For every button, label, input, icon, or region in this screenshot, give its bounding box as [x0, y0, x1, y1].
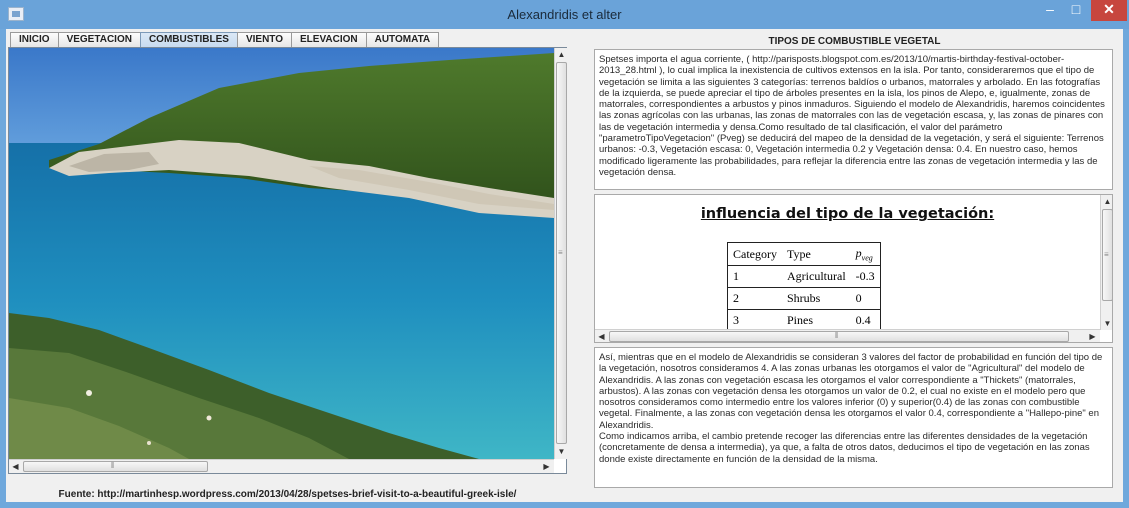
explanation-text-1: Así, mientras que en el modelo de Alexan…	[599, 352, 1103, 431]
scroll-right-button[interactable]: ▶	[540, 460, 553, 473]
island-photo	[9, 48, 554, 459]
row-1-pveg: -0.3	[850, 265, 881, 288]
close-button[interactable]: ✕	[1091, 0, 1127, 21]
tab-inicio[interactable]: INICIO	[10, 32, 59, 47]
table-scroll-right-button[interactable]: ▶	[1086, 330, 1099, 342]
table-scroll-down-button[interactable]: ▼	[1101, 317, 1112, 330]
table-row: 1 Agricultural -0.3	[727, 265, 881, 288]
description-text: Spetses importa el agua corriente, ( htt…	[599, 54, 1105, 178]
table-scroll-left-button[interactable]: ◀	[595, 330, 608, 342]
scroll-up-button[interactable]: ▲	[555, 48, 568, 61]
table-scroll-up-button[interactable]: ▲	[1101, 195, 1112, 208]
header-category: Category	[727, 241, 782, 266]
row-1-category: 1	[727, 265, 782, 288]
table-title: influencia del tipo de la vegetación:	[700, 206, 995, 222]
vertical-grip-icon: ≡	[558, 248, 563, 257]
table-vertical-scrollbar[interactable]: ▲ ≡ ▼	[1100, 195, 1112, 330]
row-2-category: 2	[727, 287, 782, 310]
tab-combustibles[interactable]: COMBUSTIBLES	[139, 32, 238, 47]
tab-viento[interactable]: VIENTO	[236, 32, 292, 47]
table-horizontal-scrollbar[interactable]: ◀ ⦀ ▶	[595, 329, 1100, 342]
header-type: Type	[782, 241, 851, 266]
island-photo-drawing	[9, 48, 554, 459]
row-2-pveg: 0	[850, 287, 881, 310]
image-scroll-pane: ▲ ≡ ▼ ◀ ⦀ ▶	[8, 47, 568, 474]
minimize-button[interactable]: –	[1037, 0, 1063, 21]
scroll-down-button[interactable]: ▼	[555, 445, 568, 458]
horizontal-grip-icon: ⦀	[111, 461, 115, 470]
explanation-text-area[interactable]: Así, mientras que en el modelo de Alexan…	[594, 347, 1113, 488]
tab-strip: INICIO VEGETACION COMBUSTIBLES VIENTO EL…	[10, 32, 440, 47]
window-title: Alexandridis et alter	[507, 7, 622, 22]
header-pveg: pveg	[850, 241, 881, 266]
row-1-type: Agricultural	[782, 265, 851, 288]
tab-elevacion[interactable]: ELEVACION	[291, 32, 367, 47]
table-vertical-grip-icon: ≡	[1104, 250, 1109, 259]
horizontal-scroll-thumb[interactable]	[23, 461, 208, 472]
explanation-text-2: Como indicamos arriba, el cambio pretend…	[599, 431, 1090, 465]
title-bar: Alexandridis et alter – □ ✕	[0, 0, 1129, 29]
description-text-area[interactable]: Spetses importa el agua corriente, ( htt…	[594, 49, 1113, 190]
table-scroll-pane: influencia del tipo de la vegetación: Ca…	[594, 194, 1113, 343]
table-row: 2 Shrubs 0	[727, 287, 881, 310]
tab-automata[interactable]: AUTOMATA	[365, 32, 440, 47]
image-vertical-scrollbar[interactable]: ▲ ≡ ▼	[554, 48, 568, 459]
header-veg: veg	[861, 253, 873, 263]
table-horizontal-thumb[interactable]	[609, 331, 1069, 342]
image-source-caption: Fuente: http://martinhesp.wordpress.com/…	[58, 489, 517, 500]
tab-vegetacion[interactable]: VEGETACION	[57, 32, 141, 47]
row-2-type: Shrubs	[782, 287, 851, 310]
table-horizontal-grip-icon: ⦀	[835, 331, 839, 340]
scroll-left-button[interactable]: ◀	[9, 460, 22, 473]
main-window-content: INICIO VEGETACION COMBUSTIBLES VIENTO EL…	[6, 29, 1123, 502]
table-header-row: Category Type pveg	[727, 241, 881, 266]
section-title: TIPOS DE COMBUSTIBLE VEGETAL	[768, 36, 941, 47]
maximize-button[interactable]: □	[1063, 0, 1089, 21]
image-horizontal-scrollbar[interactable]: ◀ ⦀ ▶	[9, 459, 554, 473]
vegetation-type-table: Category Type pveg 1 Agricultural -0.3 2…	[727, 241, 881, 333]
